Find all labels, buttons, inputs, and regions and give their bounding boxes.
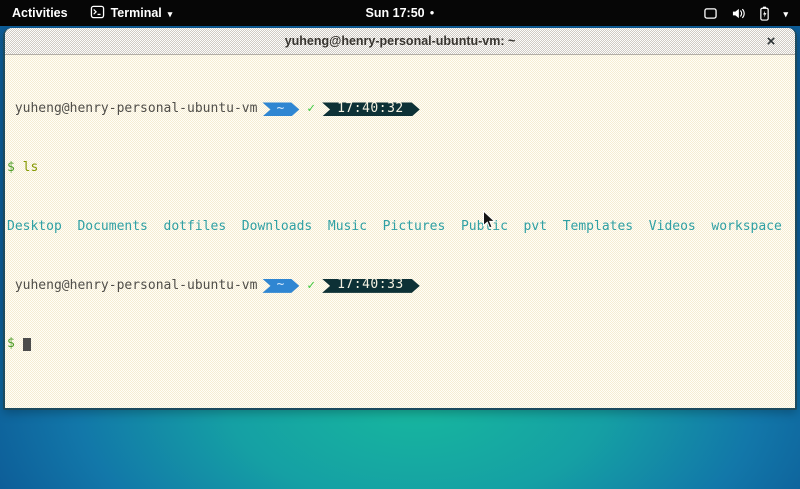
window-title: yuheng@henry-personal-ubuntu-vm: ~ — [285, 34, 516, 48]
prompt-line-2: yuheng@henry-personal-ubuntu-vm ~ ✓ 17:4… — [7, 279, 793, 294]
terminal-app-icon — [90, 5, 105, 22]
input-line[interactable]: $ — [7, 337, 793, 352]
app-menu-label: Terminal — [111, 6, 162, 20]
prompt-path-segment: ~ — [262, 102, 299, 116]
prompt-username: yuheng@henry-personal-ubuntu-vm — [7, 102, 257, 117]
prompt-timestamp-segment: 17:40:33 — [322, 279, 420, 293]
command-line: $ ls — [7, 161, 793, 176]
prompt-path-segment: ~ — [262, 279, 299, 293]
command-text: ls — [23, 161, 39, 176]
screen-icon — [703, 7, 718, 20]
top-bar: Activities Terminal ▾ Sun 17:50 ● — [0, 0, 800, 26]
terminal-cursor — [23, 338, 31, 351]
chevron-down-icon: ▾ — [168, 9, 173, 20]
terminal-window: yuheng@henry-personal-ubuntu-vm: ~ × yuh… — [3, 28, 797, 410]
prompt-username: yuheng@henry-personal-ubuntu-vm — [7, 279, 257, 294]
clock-button[interactable]: Sun 17:50 ● — [358, 0, 443, 26]
desktop-background: Activities Terminal ▾ Sun 17:50 ● — [0, 0, 800, 489]
close-button[interactable]: × — [759, 28, 783, 54]
app-menu-terminal[interactable]: Terminal ▾ — [80, 0, 183, 26]
prompt-symbol: $ — [7, 337, 15, 352]
system-status-area[interactable]: ▾ — [691, 0, 800, 26]
prompt-line-1: yuheng@henry-personal-ubuntu-vm ~ ✓ 17:4… — [7, 102, 793, 117]
terminal-content[interactable]: yuheng@henry-personal-ubuntu-vm ~ ✓ 17:4… — [5, 55, 795, 408]
clock-label: Sun 17:50 — [366, 6, 425, 20]
volume-icon — [731, 7, 746, 20]
chevron-down-icon: ▾ — [783, 9, 788, 20]
battery-charging-icon — [759, 6, 770, 21]
prompt-success-check-icon: ✓ — [307, 279, 315, 294]
activities-button[interactable]: Activities — [0, 0, 80, 26]
prompt-symbol: $ — [7, 161, 23, 176]
prompt-success-check-icon: ✓ — [307, 102, 315, 117]
notification-dot: ● — [430, 9, 435, 17]
ls-output-line: Desktop Documents dotfiles Downloads Mus… — [7, 220, 793, 235]
prompt-timestamp-segment: 17:40:32 — [322, 102, 420, 116]
window-titlebar[interactable]: yuheng@henry-personal-ubuntu-vm: ~ × — [5, 28, 795, 55]
